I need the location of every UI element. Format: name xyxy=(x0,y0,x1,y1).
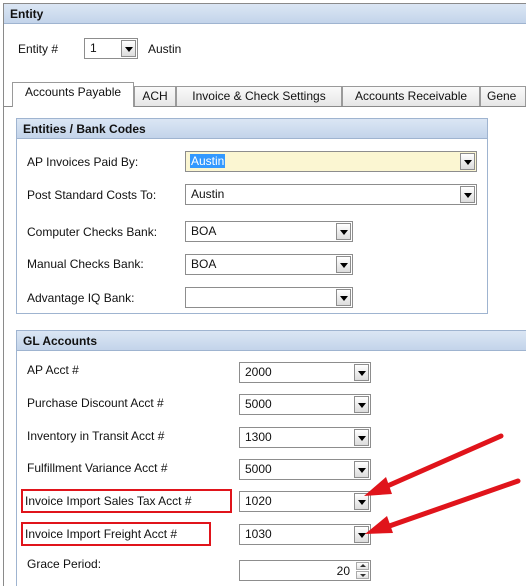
arrow-to-sales-tax-icon xyxy=(364,433,504,496)
settings-window: Entity Entity # 1 Austin Accounts Payabl… xyxy=(3,3,526,586)
tab-label: Accounts Payable xyxy=(24,85,122,99)
tab-accounts-payable[interactable]: Accounts Payable xyxy=(12,82,134,107)
